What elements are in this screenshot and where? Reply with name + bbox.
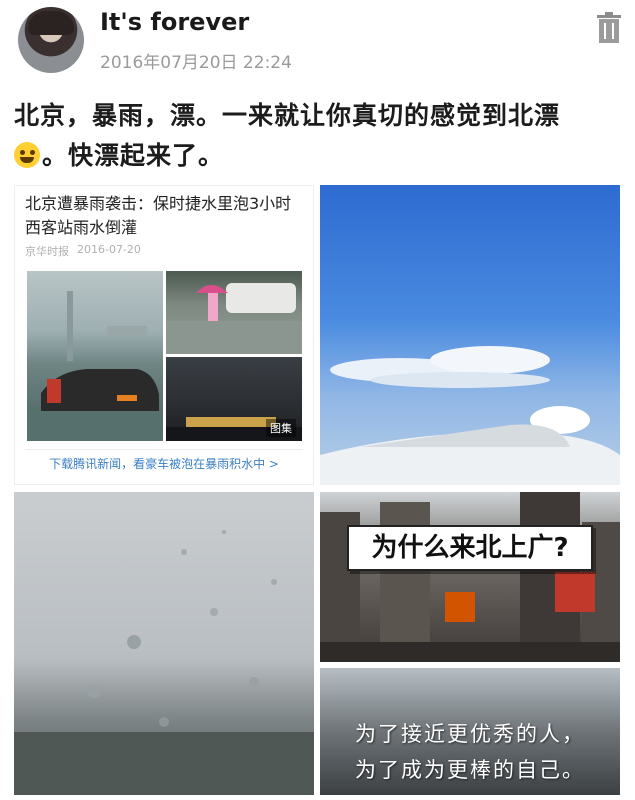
gallery-label: 图集	[266, 419, 296, 437]
trash-icon[interactable]	[596, 12, 622, 44]
post-timestamp: 2016年07月20日 22:24	[100, 53, 292, 73]
news-date: 2016-07-20	[77, 243, 141, 256]
news-card-image[interactable]: 北京遭暴雨袭击：保时捷水里泡3小时 西客站雨水倒灌 京华时报 2016-07-2…	[14, 185, 314, 485]
news-download-link[interactable]: 下载腾讯新闻，看豪车被泡在暴雨积水中 >	[25, 449, 303, 477]
rainy-window-image[interactable]	[14, 492, 314, 795]
city-street-image[interactable]: 为什么来北上广?	[320, 492, 620, 662]
motivational-quote-image[interactable]: 为了接近更优秀的人， 为了成为更棒的自己。	[320, 668, 620, 795]
post-header: It's forever 2016年07月20日 22:24	[0, 0, 635, 88]
post-text-line-1: 北京，暴雨，漂。一来就让你真切的感觉到北漂	[14, 101, 561, 130]
quote-line-1: 为了接近更优秀的人，	[355, 722, 585, 746]
news-title: 北京遭暴雨袭击：保时捷水里泡3小时 西客站雨水倒灌	[25, 194, 292, 237]
post-text-line-2-text: 。快漂起来了。	[42, 141, 225, 170]
laughing-tears-emoji-icon	[14, 142, 40, 168]
post-text: 北京，暴雨，漂。一来就让你真切的感觉到北漂 。快漂起来了。	[14, 96, 620, 176]
username[interactable]: It's forever	[100, 8, 249, 36]
post-text-line-2: 。快漂起来了。	[14, 136, 620, 176]
flooded-car-photo	[27, 271, 163, 441]
news-source: 京华时报	[25, 245, 69, 258]
umbrella-flood-photo	[166, 271, 302, 354]
night-flood-photo: 图集	[166, 357, 302, 441]
airplane-window-sky-image[interactable]	[320, 185, 620, 485]
quote-line-2: 为了成为更棒的自己。	[355, 758, 585, 782]
avatar[interactable]	[18, 7, 84, 73]
city-caption: 为什么来北上广?	[347, 525, 593, 571]
